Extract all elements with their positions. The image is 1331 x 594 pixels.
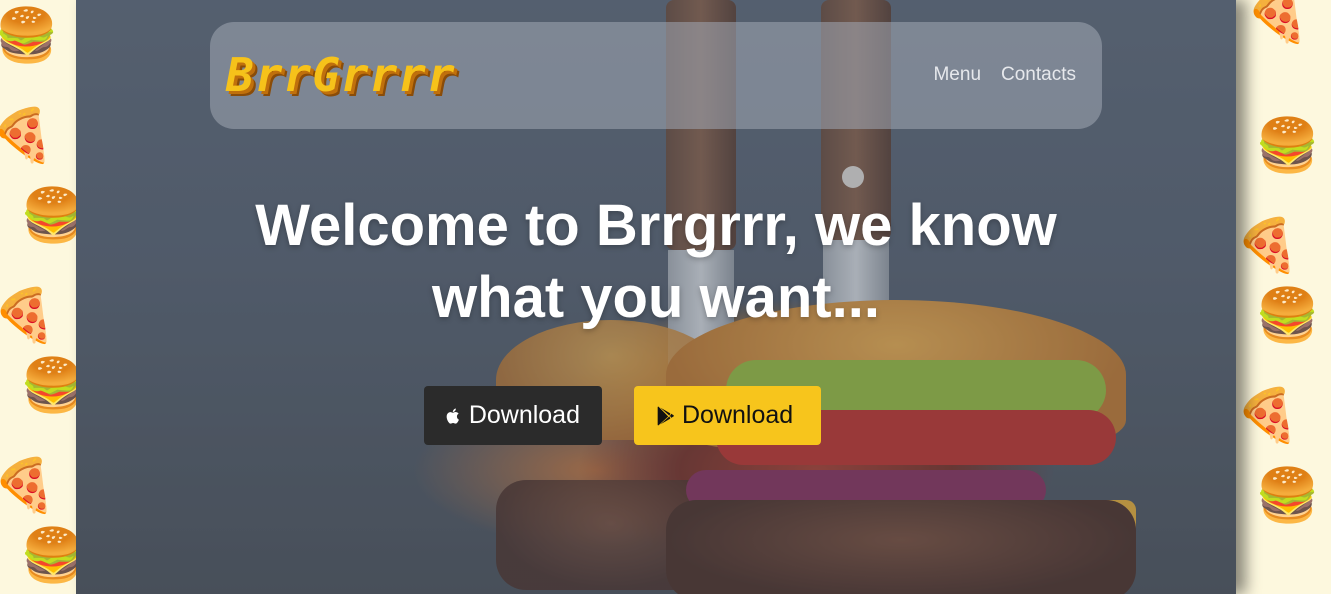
apple-icon bbox=[446, 408, 459, 424]
google-play-download-button[interactable]: Download bbox=[634, 386, 821, 445]
knife-rivet-image bbox=[842, 166, 864, 188]
burger-onion-image bbox=[686, 470, 1046, 510]
hero-section: BrrGrrrr Menu Contacts Welcome to Brrgrr… bbox=[76, 0, 1236, 594]
burger-icon: 🍔 bbox=[20, 526, 76, 586]
burger-icon: 🍔 bbox=[20, 186, 76, 246]
hero-headline-line-2: what you want... bbox=[432, 265, 880, 330]
burger-patty-image bbox=[496, 480, 726, 590]
pizza-icon: 🍕 bbox=[1235, 216, 1300, 276]
pizza-icon: 🍕 bbox=[1235, 386, 1300, 446]
site-header: BrrGrrrr Menu Contacts bbox=[210, 22, 1102, 129]
pizza-icon: 🍕 bbox=[0, 286, 57, 346]
brand-logo[interactable]: BrrGrrrr bbox=[226, 48, 456, 102]
burger-icon: 🍔 bbox=[20, 356, 76, 416]
nav-link-contacts[interactable]: Contacts bbox=[1001, 64, 1076, 86]
burger-icon: 🍔 bbox=[0, 6, 59, 66]
burger-cheese-image bbox=[736, 500, 1136, 536]
hero-headline-line-1: Welcome to Brrgrrr, we know bbox=[255, 193, 1057, 258]
google-play-icon bbox=[657, 406, 674, 425]
pattern-background-left: 🍔 🍕 🍔 🍕 🍔 🍕 🍔 bbox=[0, 0, 76, 594]
main-nav: Menu Contacts bbox=[933, 64, 1076, 86]
pattern-background-right: 🍕 🍔 🍕 🍔 🍕 🍔 bbox=[1235, 0, 1331, 594]
pizza-icon: 🍕 bbox=[1245, 0, 1310, 46]
pizza-icon: 🍕 bbox=[0, 456, 57, 516]
burger-icon: 🍔 bbox=[1255, 286, 1320, 346]
nav-link-menu[interactable]: Menu bbox=[933, 64, 981, 86]
burger-icon: 🍔 bbox=[1255, 466, 1320, 526]
google-play-download-label: Download bbox=[682, 401, 794, 429]
download-buttons: Download Download bbox=[424, 386, 821, 445]
burger-patty-image bbox=[666, 500, 1136, 594]
pizza-icon: 🍕 bbox=[0, 106, 55, 166]
app-store-download-label: Download bbox=[468, 401, 580, 429]
hero-headline: Welcome to Brrgrrr, we know what you wan… bbox=[76, 190, 1236, 334]
app-store-download-button[interactable]: Download bbox=[424, 386, 602, 445]
burger-icon: 🍔 bbox=[1255, 116, 1320, 176]
